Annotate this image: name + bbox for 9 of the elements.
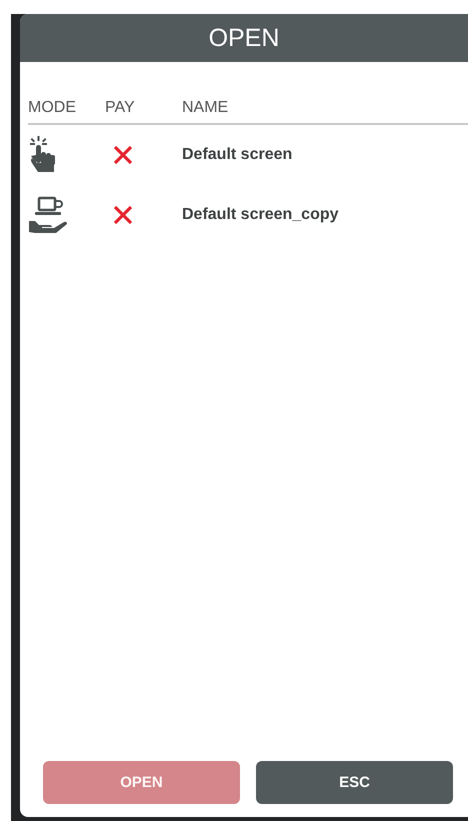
dialog-title: OPEN xyxy=(20,14,468,62)
screen-name[interactable]: Default screen_copy xyxy=(182,206,468,224)
column-header: MODE xyxy=(28,99,77,118)
column-header: NAME xyxy=(182,99,230,118)
column-header: PAY xyxy=(105,99,136,118)
pointing-hand-icon xyxy=(28,136,58,174)
screen-name[interactable]: Default screen xyxy=(182,146,468,164)
dialog-button[interactable]: ESC xyxy=(256,761,453,804)
hand-holding-cup-icon xyxy=(28,196,68,234)
